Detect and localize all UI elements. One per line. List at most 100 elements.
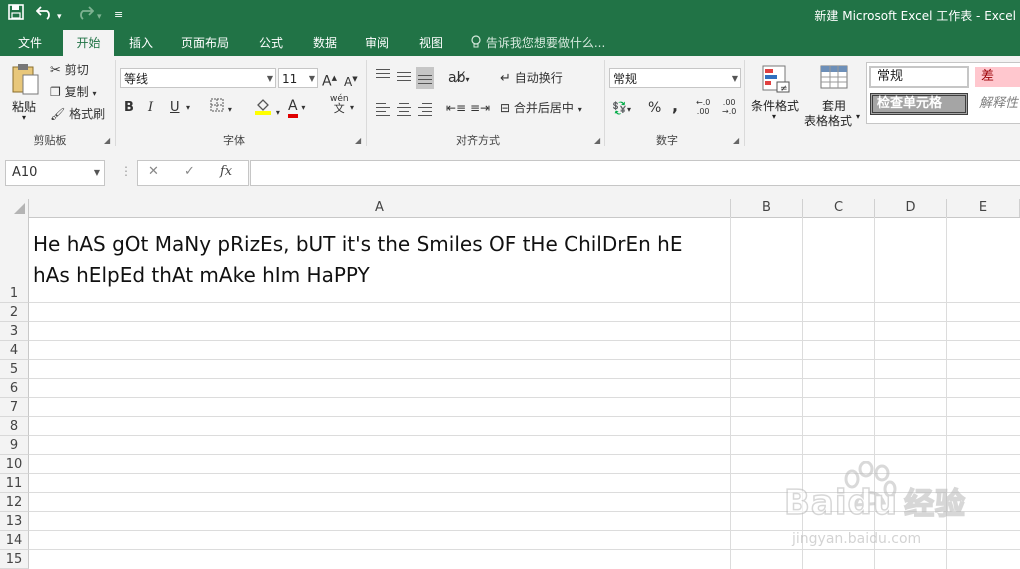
align-middle-icon[interactable] [395, 69, 413, 87]
align-bottom-icon[interactable] [416, 67, 434, 89]
column-gridline [730, 217, 731, 569]
paste-button[interactable]: 粘贴 ▾ [8, 60, 44, 122]
format-painter-button[interactable]: 🖌 格式刷 [50, 104, 105, 124]
pinyin-button[interactable]: wén 文 [330, 94, 349, 115]
tab-view[interactable]: 视图 [408, 30, 454, 56]
increase-decimal-button[interactable]: ←.0 .00 [696, 98, 710, 116]
ribbon-tab-bar: 文件 开始 插入 页面布局 公式 数据 审阅 视图 告诉我您想要做什么... [0, 30, 1020, 57]
chevron-down-icon: ▾ [577, 105, 582, 114]
row-header-5[interactable]: 5 [0, 360, 29, 379]
cell-a1-line-1: He hAS gOt MaNy pRizEs, bUT it's the Smi… [33, 232, 683, 256]
redo-icon[interactable] [76, 4, 95, 25]
ribbon-separator [366, 60, 367, 146]
borders-button[interactable]: ▾ [210, 98, 232, 120]
wrap-text-button[interactable]: ↵ 自动换行 [500, 68, 563, 89]
align-left-icon[interactable] [374, 100, 392, 118]
alignment-launcher-icon[interactable]: ◢ [594, 136, 600, 145]
row-header-10[interactable]: 10 [0, 455, 29, 474]
undo-dropdown-icon[interactable]: ▾ [57, 7, 62, 27]
ribbon-home: 粘贴 ▾ ✂ 剪切 ❐ 复制 ▾ 🖌 格式刷 剪贴板 ◢ 等线 ▼ 11 ▼ A… [0, 56, 1020, 151]
row-header-14[interactable]: 14 [0, 531, 29, 550]
font-group-label: 字体 [223, 134, 245, 147]
style-normal[interactable]: 常规 [869, 66, 969, 88]
formula-input[interactable] [250, 160, 1020, 186]
format-as-table-button[interactable]: 套用 表格格式 ▾ [804, 62, 864, 128]
conditional-formatting-button[interactable]: ≠ 条件格式 ▾ [750, 62, 802, 128]
cell-styles-gallery: 常规 差 检查单元格 解释性 [866, 62, 1020, 124]
column-header-c[interactable]: C [803, 199, 875, 217]
row-header-12[interactable]: 12 [0, 493, 29, 512]
orientation-icon[interactable]: ab̸▾ [448, 68, 469, 90]
name-box[interactable]: A10 ▼ [5, 160, 105, 186]
tab-formulas[interactable]: 公式 [248, 30, 294, 56]
style-check-cell[interactable]: 检查单元格 [870, 93, 968, 115]
row-header-7[interactable]: 7 [0, 398, 29, 417]
font-color-button[interactable]: A ▾ [288, 96, 305, 118]
style-explanatory[interactable]: 解释性 [979, 94, 1018, 114]
row-header-9[interactable]: 9 [0, 436, 29, 455]
align-center-icon[interactable] [395, 100, 413, 118]
name-box-value: A10 [12, 165, 38, 180]
pinyin-dropdown-icon[interactable]: ▾ [350, 98, 354, 118]
cell-a1[interactable]: He hAS gOt MaNy pRizEs, bUT it's the Smi… [33, 229, 723, 291]
tell-me-box[interactable]: 告诉我您想要做什么... [470, 30, 605, 56]
row-header-4[interactable]: 4 [0, 341, 29, 360]
bold-button[interactable]: B [124, 98, 134, 118]
decrease-font-size-icon[interactable]: A▼ [344, 69, 358, 92]
percent-button[interactable]: % [648, 98, 661, 118]
alignment-group-label: 对齐方式 [456, 134, 500, 147]
font-size-select[interactable]: 11 ▼ [278, 68, 318, 88]
clipboard-launcher-icon[interactable]: ◢ [104, 136, 110, 145]
tab-insert[interactable]: 插入 [118, 30, 164, 56]
font-launcher-icon[interactable]: ◢ [355, 136, 361, 145]
tab-data[interactable]: 数据 [302, 30, 348, 56]
align-right-icon[interactable] [416, 100, 434, 118]
tab-review[interactable]: 审阅 [354, 30, 400, 56]
style-bad[interactable]: 差 [975, 67, 1020, 87]
row-header-8[interactable]: 8 [0, 417, 29, 436]
increase-font-size-icon[interactable]: A▲ [322, 68, 337, 92]
row-header-1[interactable]: 1 [0, 217, 29, 303]
fill-color-button[interactable]: ▾ [254, 97, 280, 123]
comma-button[interactable]: , [672, 96, 678, 116]
undo-icon[interactable] [35, 4, 54, 25]
column-header-a[interactable]: A [29, 199, 731, 217]
insert-function-icon[interactable]: fx [220, 164, 232, 179]
watermark-brand-cn: 经验 [903, 486, 967, 523]
accounting-format-button[interactable]: 💱▾ [612, 98, 631, 120]
row-header-15[interactable]: 15 [0, 550, 29, 569]
decrease-indent-icon[interactable]: ⇤≡ [446, 98, 466, 118]
underline-button[interactable]: U [170, 98, 180, 118]
row-header-3[interactable]: 3 [0, 322, 29, 341]
underline-dropdown-icon[interactable]: ▾ [186, 98, 190, 118]
font-name-select[interactable]: 等线 ▼ [120, 68, 276, 88]
column-header-b[interactable]: B [731, 199, 803, 217]
merge-label: 合并后居中 [513, 101, 574, 115]
row-header-2[interactable]: 2 [0, 303, 29, 322]
row-gridline [29, 416, 1020, 417]
save-icon[interactable] [8, 4, 24, 25]
row-header-6[interactable]: 6 [0, 379, 29, 398]
number-launcher-icon[interactable]: ◢ [733, 136, 739, 145]
number-format-select[interactable]: 常规 ▼ [609, 68, 741, 88]
decrease-decimal-button[interactable]: .00 →.0 [722, 98, 736, 116]
merge-center-button[interactable]: ⊟ 合并后居中 ▾ [500, 98, 582, 120]
customize-icon[interactable]: ≡ [114, 5, 123, 25]
column-header-d[interactable]: D [875, 199, 947, 217]
clipboard-group-label: 剪贴板 [33, 134, 67, 147]
redo-dropdown-icon[interactable]: ▾ [97, 7, 102, 27]
row-header-11[interactable]: 11 [0, 474, 29, 493]
enter-icon[interactable]: ✓ [184, 164, 195, 179]
increase-indent-icon[interactable]: ≡⇥ [470, 98, 490, 118]
column-header-e[interactable]: E [947, 199, 1020, 217]
align-top-icon[interactable] [374, 66, 392, 84]
row-header-13[interactable]: 13 [0, 512, 29, 531]
italic-button[interactable]: I [148, 98, 153, 118]
tab-file[interactable]: 文件 [6, 30, 54, 56]
cancel-icon[interactable]: ✕ [148, 164, 159, 179]
copy-button[interactable]: ❐ 复制 ▾ [50, 82, 96, 104]
tab-home[interactable]: 开始 [63, 30, 114, 57]
cut-button[interactable]: ✂ 剪切 [50, 60, 89, 81]
tab-page-layout[interactable]: 页面布局 [170, 30, 240, 56]
select-all-corner[interactable] [0, 199, 29, 217]
